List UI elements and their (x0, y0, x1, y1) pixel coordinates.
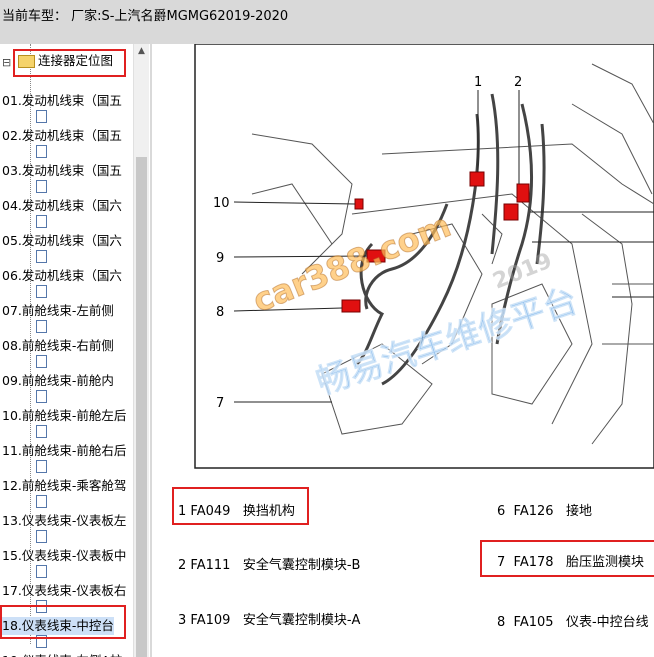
tree-item[interactable]: 02.发动机线束（国五 (2, 127, 122, 145)
document-icon (36, 320, 47, 333)
highlight-box-selected (0, 605, 126, 639)
connector-fa178 (366, 249, 386, 263)
tree-sidebar[interactable]: ... ⊟ 连接器定位图 01.发动机线束（国五 02.发动机线束（国五 03.发动… (0, 44, 150, 657)
title-bar: 当前车型： 厂家:S-上汽名爵MGMG62019-2020 (0, 0, 654, 44)
document-icon (36, 460, 47, 473)
tree-item[interactable]: 06.发动机线束（国六 (2, 267, 122, 285)
highlight-box-folder (13, 49, 126, 77)
document-icon (36, 110, 47, 123)
document-icon (36, 180, 47, 193)
legend-item-2: 2 FA111 安全气囊控制模块-B (178, 558, 361, 573)
callout-8: 8 (216, 305, 224, 320)
connector-fa111 (516, 183, 530, 203)
connector-fa105 (341, 299, 361, 313)
tree-item[interactable]: 12.前舱线束-乘客舱驾 (2, 477, 126, 495)
legend-item-3: 3 FA109 安全气囊控制模块-A (178, 613, 361, 628)
callout-9: 9 (216, 251, 224, 266)
tree-item[interactable]: 15.仪表线束-仪表板中 (2, 547, 126, 565)
vehicle-title: 当前车型： 厂家:S-上汽名爵MGMG62019-2020 (2, 9, 289, 24)
document-icon (36, 425, 47, 438)
document-icon (36, 495, 47, 508)
document-icon (36, 565, 47, 578)
tree-item[interactable]: 10.前舱线束-前舱左后 (2, 407, 126, 425)
connector-fa109 (503, 203, 519, 221)
callout-10: 10 (213, 196, 230, 211)
tree-item[interactable]: 03.发动机线束（国五 (2, 162, 122, 180)
connector-fa049 (469, 171, 485, 187)
tree-item[interactable]: 08.前舱线束-右前侧 (2, 337, 114, 355)
tree-item[interactable]: 01.发动机线束（国五 (2, 92, 122, 110)
document-icon (36, 390, 47, 403)
tree-item[interactable]: 09.前舱线束-前舱内 (2, 372, 114, 390)
document-icon (36, 215, 47, 228)
connector-10 (354, 198, 364, 210)
tree-item[interactable]: 17.仪表线束-仪表板右 (2, 582, 126, 600)
tree-item[interactable]: 04.发动机线束（国六 (2, 197, 122, 215)
document-icon (36, 145, 47, 158)
tree-item[interactable]: 11.前舱线束-前舱右后 (2, 442, 126, 460)
legend-item-6: 6 FA126 接地 (497, 504, 592, 519)
tree-item[interactable]: 19.仪表线束-左侧A柱 (2, 652, 122, 657)
tree-item[interactable]: 13.仪表线束-仪表板左 (2, 512, 126, 530)
collapse-toggle-icon[interactable]: ⊟ (2, 56, 11, 69)
scroll-up-icon[interactable]: ▲ (134, 44, 149, 59)
legend-item-8: 8 FA105 仪表-中控台线 (497, 615, 649, 630)
document-icon (36, 250, 47, 263)
highlight-legend-1 (172, 487, 309, 525)
diagram-pane: 1 2 10 9 8 7 car388.com 畅易汽车维修平台 2019 1 … (152, 44, 654, 657)
document-icon (36, 285, 47, 298)
callout-1: 1 (474, 75, 482, 90)
callout-2: 2 (514, 75, 522, 90)
sidebar-scrollbar[interactable]: ▲ (133, 44, 149, 657)
scrollbar-thumb[interactable] (136, 157, 147, 657)
tree-item[interactable]: 07.前舱线束-左前侧 (2, 302, 114, 320)
document-icon (36, 355, 47, 368)
document-icon (36, 530, 47, 543)
diagram-frame (194, 44, 654, 469)
tree-item[interactable]: 05.发动机线束（国六 (2, 232, 122, 250)
highlight-legend-7 (480, 540, 654, 577)
callout-7: 7 (216, 396, 224, 411)
